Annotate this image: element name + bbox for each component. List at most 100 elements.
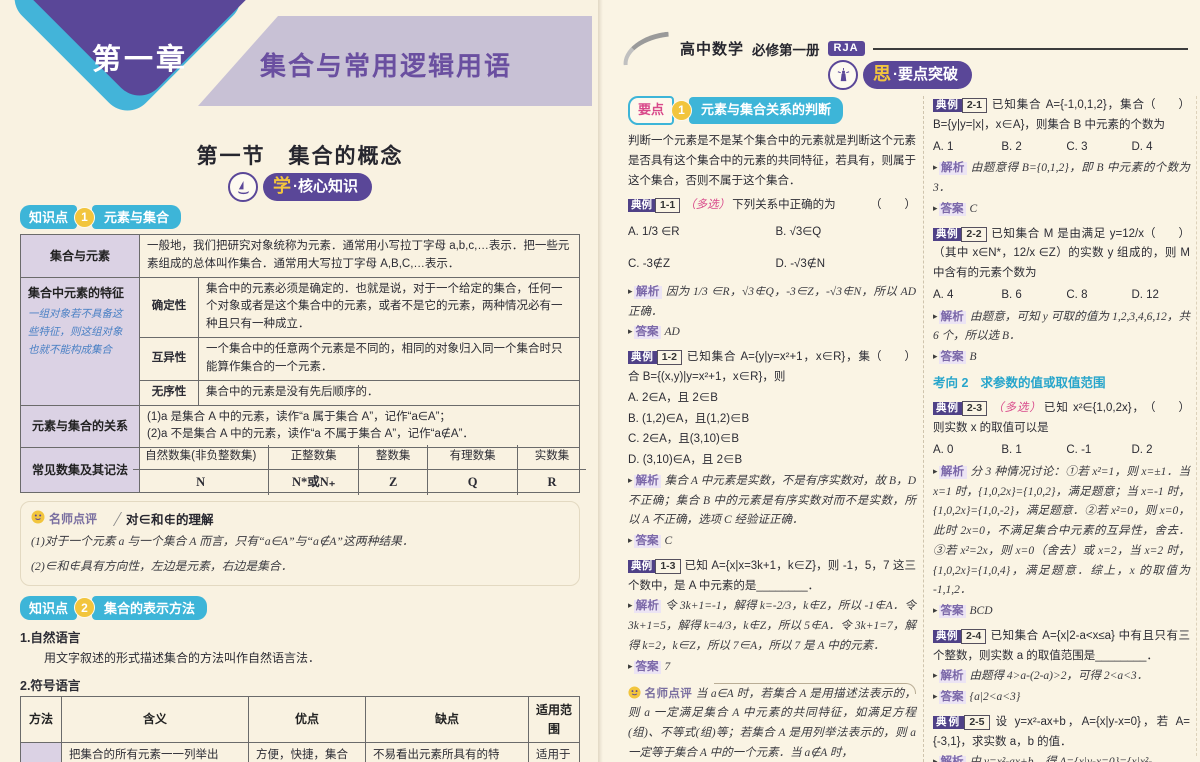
feature-text: 一个集合中的任意两个元素是不同的，相同的对象归入同一个集合时只能算作集合的一个元… xyxy=(198,337,580,381)
answer: ▸ 答案 C xyxy=(933,200,1190,220)
chapter-title: 集合与常用逻辑用语 xyxy=(260,50,513,81)
option-b: B. 6 xyxy=(1001,288,1022,301)
keypoint-title: 元素与集合关系的判断 xyxy=(689,97,844,125)
table-cell: 自然数集(非负整数集) 正整数集 整数集 有理数集 实数集 N N*或N₊ Z xyxy=(133,445,586,496)
exam-direction-label: 考向 2 xyxy=(933,375,969,390)
teacher-comment-box: 名师点评 对∈和∉的理解 (1)对于一个元素 a 与一个集合 A 而言，只有“a… xyxy=(20,501,580,586)
example-badge: 典例 xyxy=(628,559,656,573)
page-header: 高中数学 必修第一册 RJA xyxy=(620,31,1188,66)
answer-paren: （ ） xyxy=(870,351,916,364)
think-badge-pill: 思 ·要点突破 xyxy=(863,60,972,90)
relation-line-1: (1)a 是集合 A 中的元素，读作“a 属于集合 A”，记作“a∈A”； xyxy=(147,410,451,423)
answer-text: {a|2<a<3} xyxy=(969,691,1021,704)
option-b: B. (1,2)∈A，且(1,2)∈B xyxy=(628,412,750,425)
options-grid: A. 4 B. 6 C. 8 D. 12 xyxy=(933,286,1190,306)
answer-text: AD xyxy=(664,326,680,339)
option-d: D. 4 xyxy=(1131,140,1153,153)
option-c: C. 3 xyxy=(1066,140,1088,153)
question-stem-line: 典例 2-4 已知集合 A={x|2-a<x≤a} 中有且只有三个整数，则实数 a … xyxy=(933,627,1190,667)
page-edge-dash xyxy=(1196,96,1197,756)
solution: ▸ 解析分 3 种情况讨论：①若 x²=1，则 x=±1．当 x=1 时，{1,0… xyxy=(933,463,1190,601)
answer-text: C xyxy=(664,535,673,548)
numset-symbol: N xyxy=(133,468,270,496)
smiley-icon xyxy=(31,510,45,527)
method-meaning: 把集合的所有元素一一列举出来，并用花括号“{ }”括起来表示集合的方法． xyxy=(61,742,249,762)
option-a: A. 0 xyxy=(933,443,954,456)
left-page: 第一章 集合与常用逻辑用语 第一节 集合的概念 学 ·核心知识 知识点 1 元素… xyxy=(0,0,600,762)
solution-label: 解析 xyxy=(633,285,662,299)
answer-text: B xyxy=(969,351,977,364)
comment-line-1: (1)对于一个元素 a 与一个集合 A 而言，只有“a∈A”与“a∉A”这两种结… xyxy=(31,534,414,549)
example-number: 2-2 xyxy=(961,226,987,242)
chapter-label: 第一章 xyxy=(91,44,188,76)
example-badge: 典例 xyxy=(933,715,965,729)
column-header: 适用范围 xyxy=(528,696,580,744)
example-badge: 典例 xyxy=(628,351,657,365)
triangle-marker: ▸ xyxy=(933,162,938,173)
option-b: B. √3∈Q xyxy=(775,226,822,239)
triangle-marker: ▸ xyxy=(628,600,633,611)
solution-text: 集合 A 中元素是实数，不是有序实数对，故 B，D 不正确；集合 B 中的元素是… xyxy=(628,474,917,527)
table-row-header: 集合中元素的特征 一组对象若不具备这些特征，则这组对象也就不能构成集合 xyxy=(20,276,140,406)
option-d: D. (3,10)∈A，且 2∈B xyxy=(628,454,743,467)
answer-paren: （ ） xyxy=(870,198,916,211)
option-b: B. 2 xyxy=(1001,140,1022,153)
triangle-marker: ▸ xyxy=(933,465,938,476)
option-a: A. 2∈A，且 2∈B xyxy=(628,391,718,404)
table-row-header: 集合与元素 xyxy=(20,234,140,278)
solution-text: 由题意，可知 y 可取的值为 1,2,3,4,6,12，共 6 个，所以选 B． xyxy=(933,310,1191,343)
table-cell: 一般地，我们把研究对象统称为元素．通常用小写拉丁字母 a,b,c,…表示．把一些… xyxy=(139,234,580,278)
numset-symbol: R xyxy=(516,468,586,496)
example-badge: 典例 xyxy=(933,402,962,416)
answer-text: 7 xyxy=(664,660,671,673)
example-badge: 典例 xyxy=(628,198,655,212)
triangle-marker: ▸ xyxy=(933,202,938,213)
feature-label: 无序性 xyxy=(139,379,199,406)
multi-select-tag: （多选） xyxy=(684,198,731,211)
numset-header: 有理数集 xyxy=(427,445,518,470)
section-title: 第一节 集合的概念 xyxy=(196,145,404,168)
answer-paren: （ ） xyxy=(1144,227,1190,240)
book-spread: 第一章 集合与常用逻辑用语 第一节 集合的概念 学 ·核心知识 知识点 1 元素… xyxy=(0,0,1200,762)
natural-language-heading: 1.自然语言 xyxy=(20,630,81,645)
header-rule xyxy=(872,47,1188,50)
book-volume: 必修第一册 xyxy=(752,42,820,58)
teacher-comment-label: 名师点评 xyxy=(644,687,693,700)
numset-header: 自然数集(非负整数集) xyxy=(133,445,270,470)
natural-language-text: 用文字叙述的形式描述集合的方法叫作自然语言法． xyxy=(44,650,321,665)
example-2-5: 典例 2-5 设 y=x²-ax+b，A={x|y-x=0}，若 A={-3,1}，… xyxy=(933,713,1190,762)
solution-text: 由题意得 B={0,1,2}，即 B 中元素的个数为 3． xyxy=(933,162,1191,195)
question-stem-line: 典例 1-3 已知 A={x|x=3k+1，k∈Z}，则 -1，5，7 这三个数中，… xyxy=(628,557,916,597)
page-gutter xyxy=(598,0,603,762)
answer-paren: （ ） xyxy=(1144,402,1190,415)
example-badge: 典例 xyxy=(933,629,961,643)
example-badge: 典例 xyxy=(933,99,962,112)
corner-swoosh-decoration xyxy=(620,31,672,66)
knowledge-point-title: 集合的表示方法 xyxy=(92,595,208,620)
left-column: 要点 1 元素与集合关系的判断 判断一个元素是不是某个集合中的元素就是判断这个元… xyxy=(628,96,916,762)
example-number: 1-1 xyxy=(655,197,681,213)
knowledge-point-1-badge: 知识点 1 元素与集合 xyxy=(20,205,580,229)
learn-badge-pill: 学 ·核心知识 xyxy=(263,172,372,202)
question-stem-line: （ ） 典例 2-1 已知集合 A={-1,0,1,2}，集合 B={y|y=|x|… xyxy=(933,96,1190,136)
example-2-3: （ ） 典例 2-3 （多选） 已知 x²∈{1,0,2x}，则实数 x 的取值可以是… xyxy=(933,399,1190,621)
option-b: B. 1 xyxy=(1001,443,1022,456)
feature-header: 集合中元素的特征 xyxy=(28,285,125,300)
table-row-header: 元素与集合的关系 xyxy=(20,404,140,449)
keypoint-label: 要点 xyxy=(628,96,675,126)
table-row-header: 常见数集及其记法 xyxy=(20,447,140,494)
answer-text: BCD xyxy=(969,605,993,618)
solution: ▸ 解析 由题意，可知 y 可取的值为 1,2,3,4,6,12，共 6 个，所以选… xyxy=(933,308,1190,348)
feature-text: 集合中的元素必须是确定的．也就是说，对于一个给定的集合，任何一个对象或者是这个集… xyxy=(198,276,580,339)
solution: ▸ 解析令 3k+1=-1，解得 k=-2/3，k∉Z，所以 -1∉A．令 3k+… xyxy=(628,597,916,656)
triangle-marker: ▸ xyxy=(933,670,938,681)
solution-label: 解析 xyxy=(938,465,967,479)
solution-text: 由题得 4>a-(2-a)>2，可得 2<a<3． xyxy=(969,670,1149,683)
column-header: 缺点 xyxy=(365,696,529,744)
options-grid: A. 1 B. 2 C. 3 D. 4 xyxy=(933,138,1190,158)
question-stem-line: 典例 2-5 设 y=x²-ax+b，A={x|y-x=0}，若 A={-3,1}，… xyxy=(933,713,1190,753)
answer: ▸ 答案 7 xyxy=(628,658,916,678)
question-stem: 下列关系中正确的为 xyxy=(732,198,836,211)
teacher-comment-box: 名师点评 当 a∈A 时，若集合 A 是用描述法表示的，则 a 一定满足集合 A… xyxy=(628,682,916,762)
example-2-1: （ ） 典例 2-1 已知集合 A={-1,0,1,2}，集合 B={y|y=|x|… xyxy=(933,96,1190,220)
